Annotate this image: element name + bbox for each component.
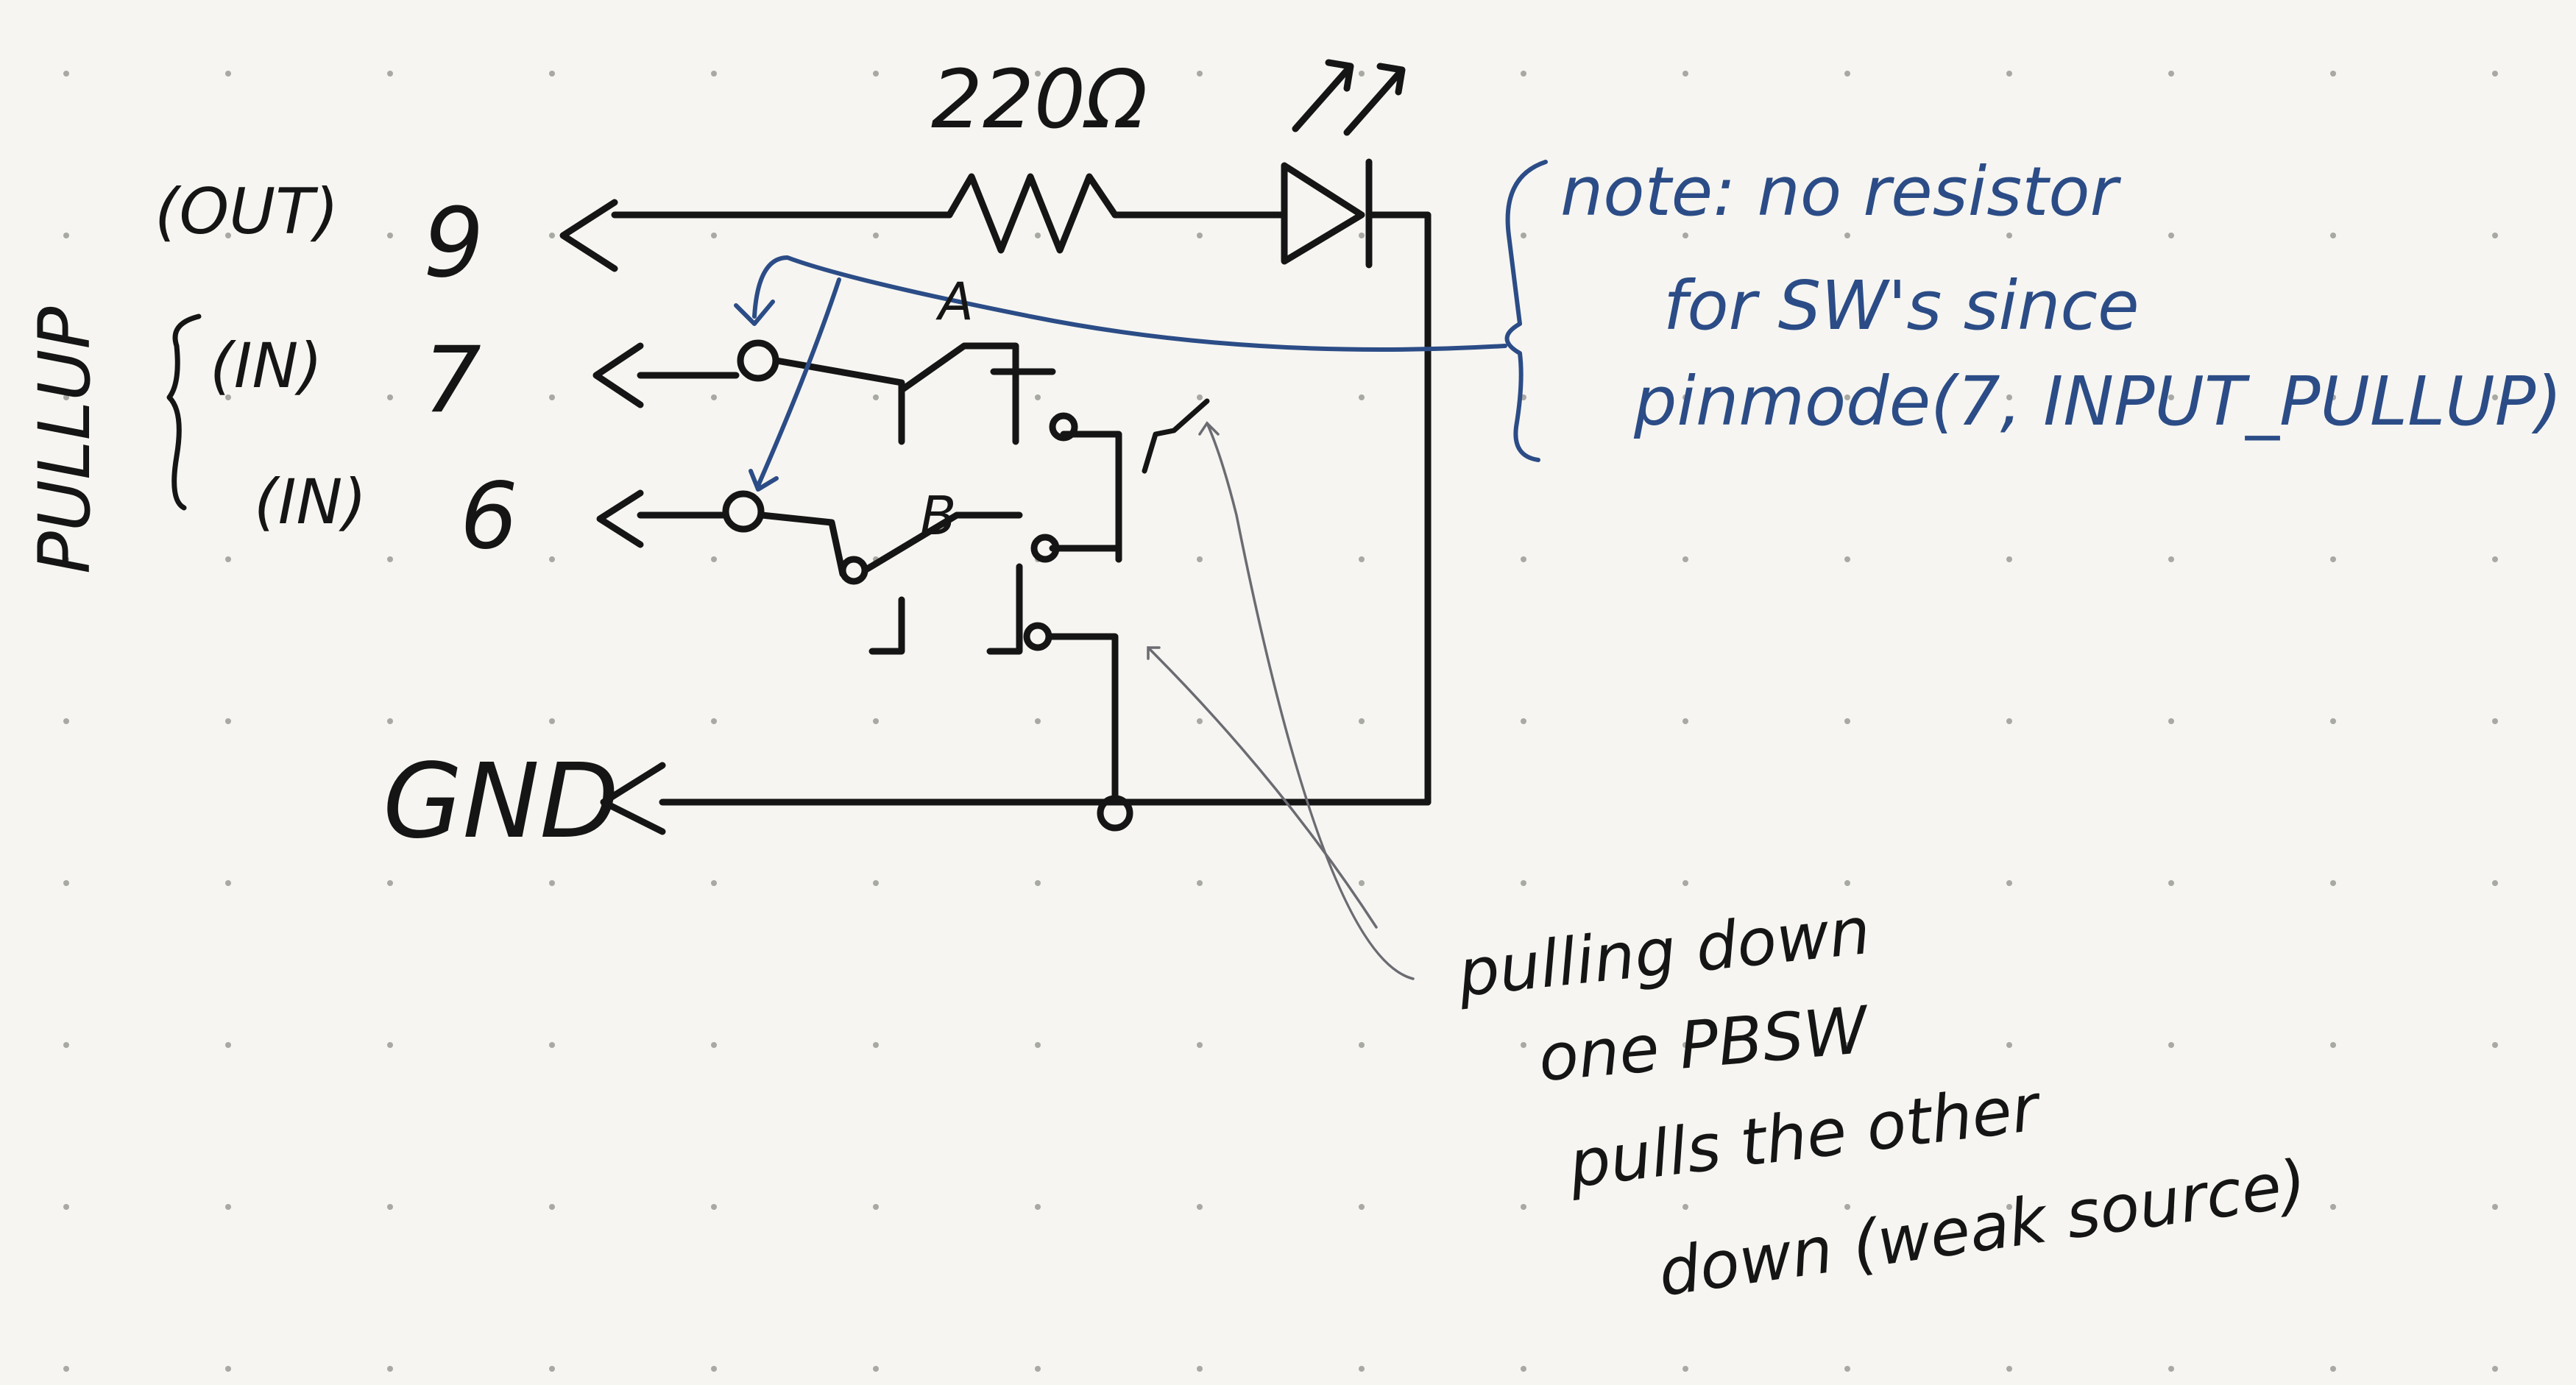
note-line-3: pinmode(7, INPUT_PULLUP) xyxy=(1634,362,2563,441)
wire-switch-a-down xyxy=(1060,431,1122,563)
pullup-label: PULLUP xyxy=(24,306,106,574)
switch-b-label: B xyxy=(920,485,957,547)
led-icon xyxy=(1281,158,1373,269)
pin7-mode: (IN) xyxy=(210,330,323,402)
note-arrow-to-pin7 xyxy=(734,255,1507,352)
pin6-terminal-icon xyxy=(596,489,644,548)
pullup-bracket-icon xyxy=(166,314,202,511)
wire-to-switch-b xyxy=(758,511,846,578)
note-line-2: for SW's since xyxy=(1663,266,2140,345)
annotation-arrow-switch-b xyxy=(1147,646,1378,929)
switch-a-label: A xyxy=(938,272,974,332)
note-line-1: note: no resistor xyxy=(1560,152,2118,231)
notebook-page: PULLUP (OUT) 9 (IN) 7 (IN) 6 GND 220Ω A … xyxy=(0,0,2576,1385)
pin7-node xyxy=(737,339,779,382)
pressed-symbol xyxy=(1142,398,1210,474)
wire-right-rail xyxy=(1365,211,1432,806)
gnd-label: GND xyxy=(383,742,620,862)
pin6-mode: (IN) xyxy=(254,466,367,538)
note-bracket-icon xyxy=(1504,160,1548,462)
pin7-number: 7 xyxy=(423,327,481,433)
pin9-number: 9 xyxy=(423,187,484,299)
pin9-mode: (OUT) xyxy=(155,175,339,249)
annotation-arrow-switch-a xyxy=(1198,421,1415,980)
led-light-arrows-icon xyxy=(1292,59,1406,136)
wire-switch-b xyxy=(986,545,1122,802)
resistor-label: 220Ω xyxy=(931,52,1148,146)
resistor-icon xyxy=(946,173,1119,254)
switch-a-icon xyxy=(898,342,1056,445)
pin6-number: 6 xyxy=(460,464,518,570)
pin7-terminal-icon xyxy=(592,342,644,408)
pin6-node xyxy=(722,490,765,533)
pin9-terminal-icon xyxy=(559,199,618,272)
